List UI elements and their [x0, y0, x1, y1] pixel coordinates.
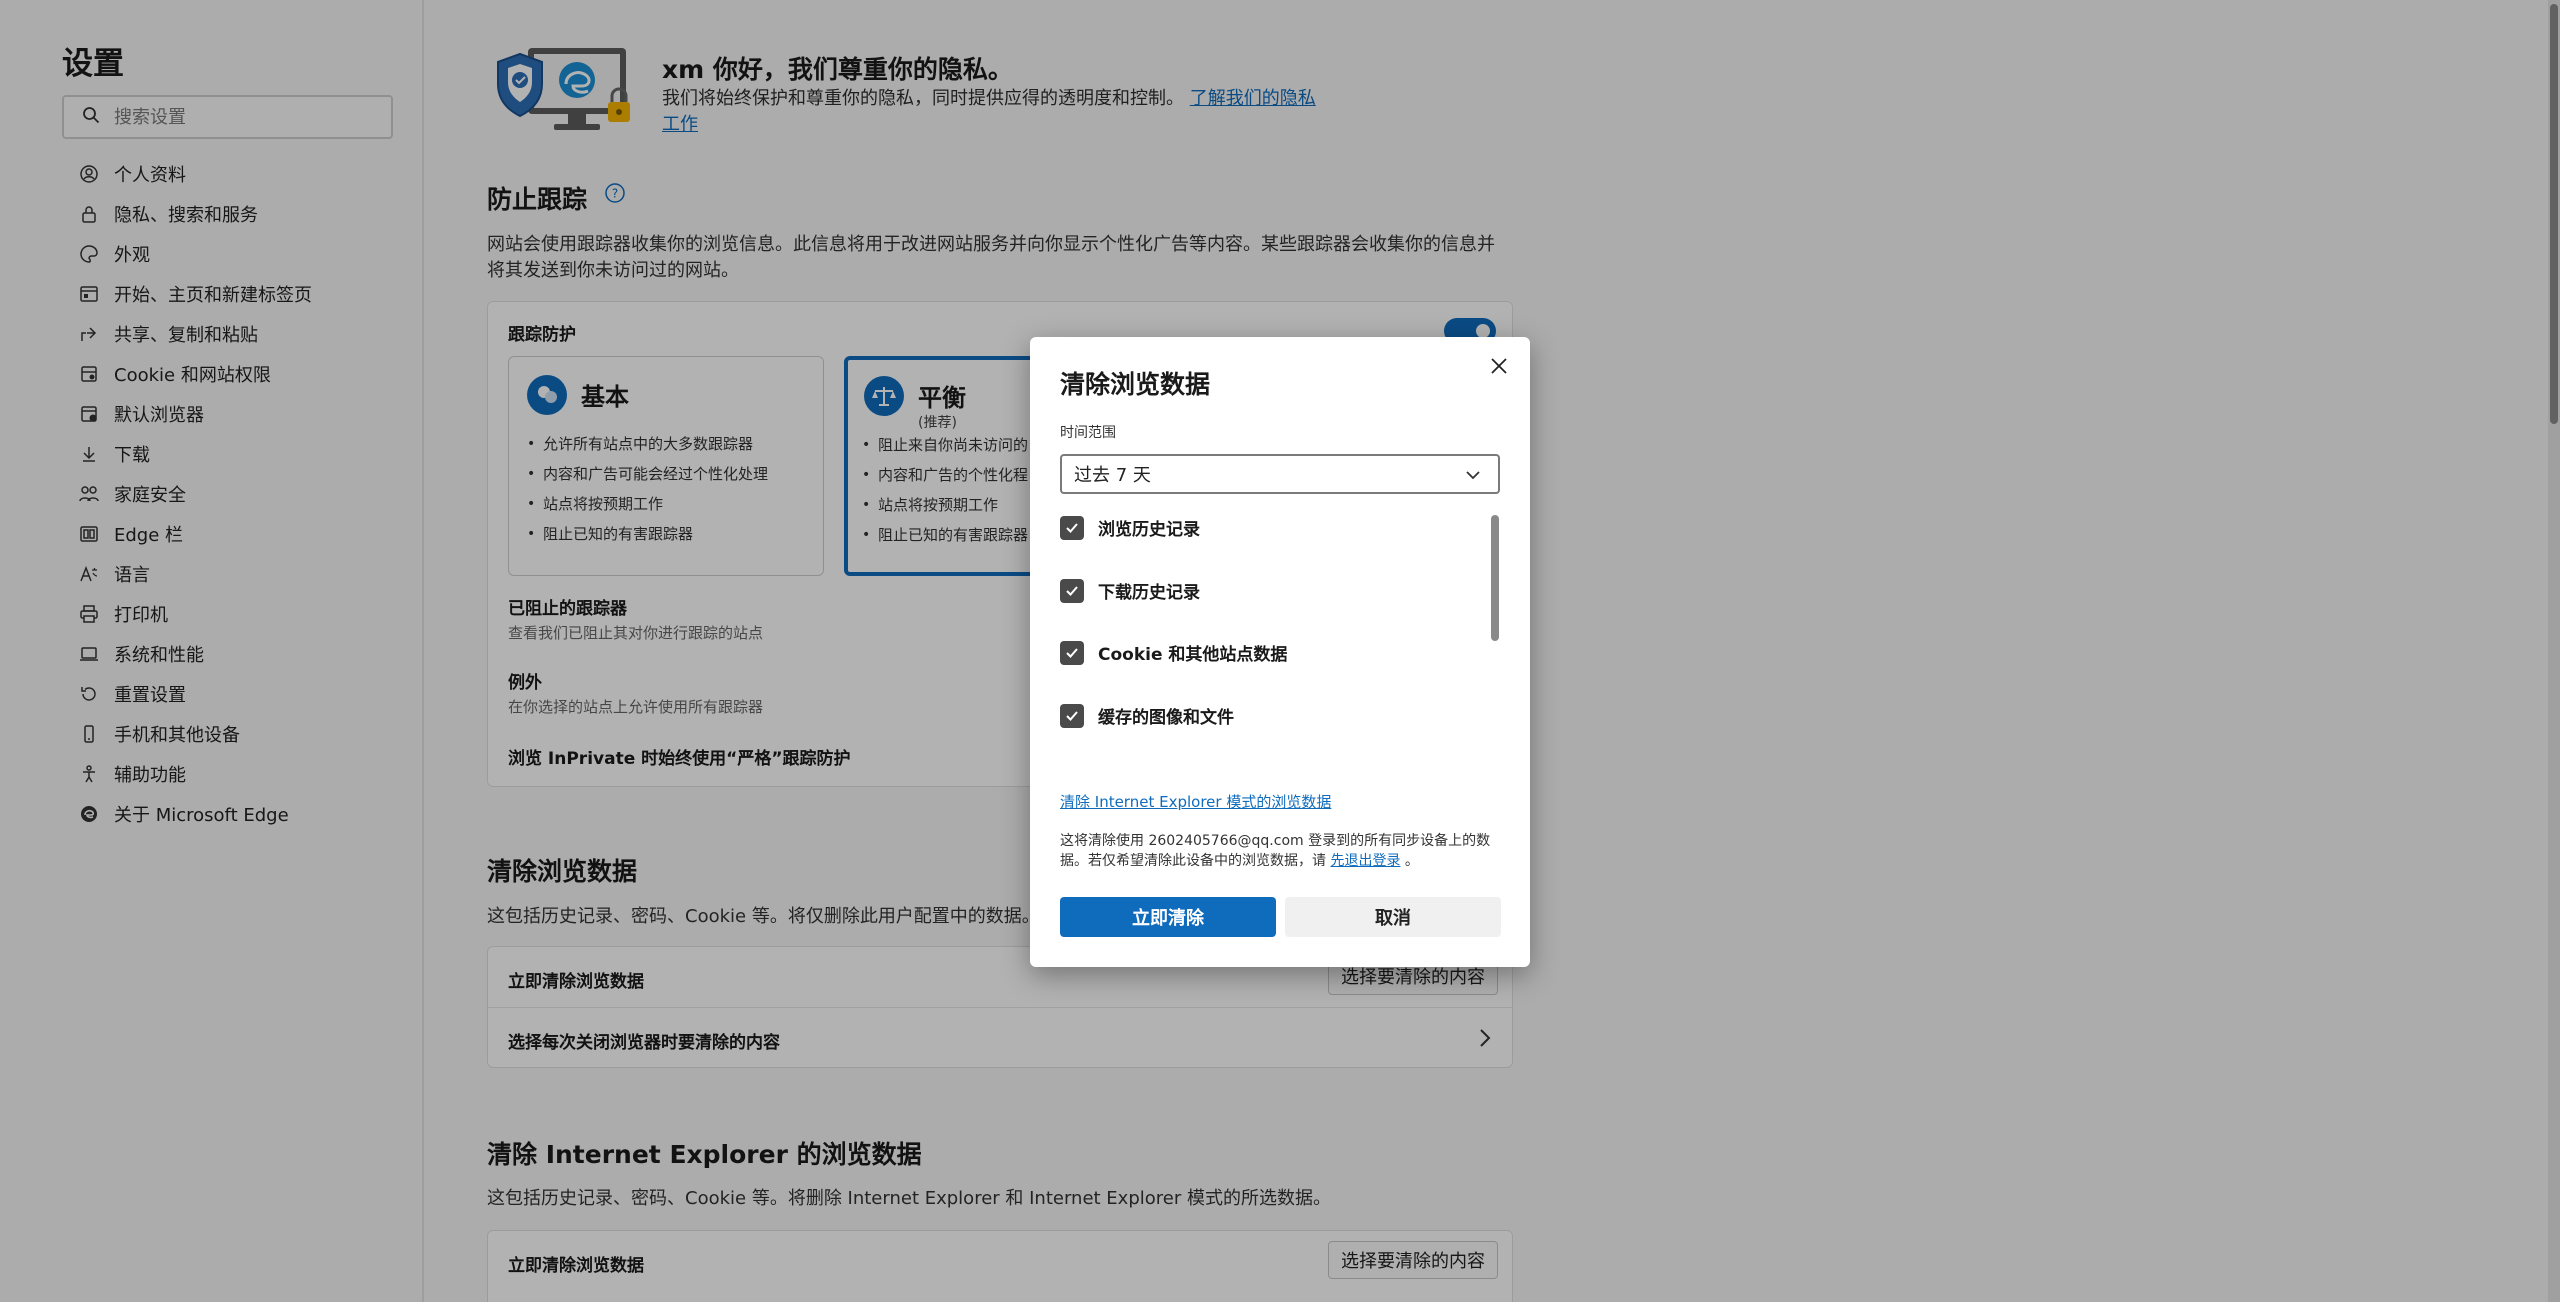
clear-browsing-data-dialog: 清除浏览数据 时间范围 过去 7 天 浏览历史记录 下载历史记录 Cookie … [1030, 337, 1530, 967]
option-download-history[interactable]: 下载历史记录 [1060, 578, 1200, 603]
option-cookies[interactable]: Cookie 和其他站点数据 [1060, 640, 1287, 665]
clear-ie-mode-link[interactable]: 清除 Internet Explorer 模式的浏览数据 [1060, 791, 1331, 812]
sign-out-link[interactable]: 先退出登录 [1330, 853, 1400, 869]
checkbox-checked[interactable] [1060, 515, 1084, 540]
sync-note-text: 这将清除使用 2602405766@qq.com 登录到的所有同步设备上的数据。… [1060, 833, 1491, 869]
option-label: 缓存的图像和文件 [1098, 708, 1234, 728]
option-label: 下载历史记录 [1098, 583, 1200, 603]
time-range-select[interactable]: 过去 7 天 [1060, 454, 1500, 494]
checkbox-checked[interactable] [1060, 640, 1084, 665]
cancel-button[interactable]: 取消 [1285, 897, 1501, 937]
option-browsing-history[interactable]: 浏览历史记录 [1060, 515, 1200, 540]
chevron-down-icon [1464, 466, 1482, 489]
checkbox-checked[interactable] [1060, 578, 1084, 603]
dialog-scrollbar-thumb[interactable] [1491, 515, 1499, 641]
time-range-value: 过去 7 天 [1074, 465, 1151, 486]
option-label: Cookie 和其他站点数据 [1098, 645, 1288, 665]
option-cached-images[interactable]: 缓存的图像和文件 [1060, 703, 1234, 728]
checkbox-checked[interactable] [1060, 703, 1084, 728]
time-range-label: 时间范围 [1060, 425, 1116, 441]
option-label: 浏览历史记录 [1098, 520, 1200, 540]
sync-note-end: 。 [1404, 853, 1419, 869]
clear-now-button[interactable]: 立即清除 [1060, 897, 1276, 937]
sync-note: 这将清除使用 2602405766@qq.com 登录到的所有同步设备上的数据。… [1060, 831, 1500, 871]
close-icon[interactable] [1482, 349, 1516, 383]
dialog-title: 清除浏览数据 [1060, 370, 1211, 399]
